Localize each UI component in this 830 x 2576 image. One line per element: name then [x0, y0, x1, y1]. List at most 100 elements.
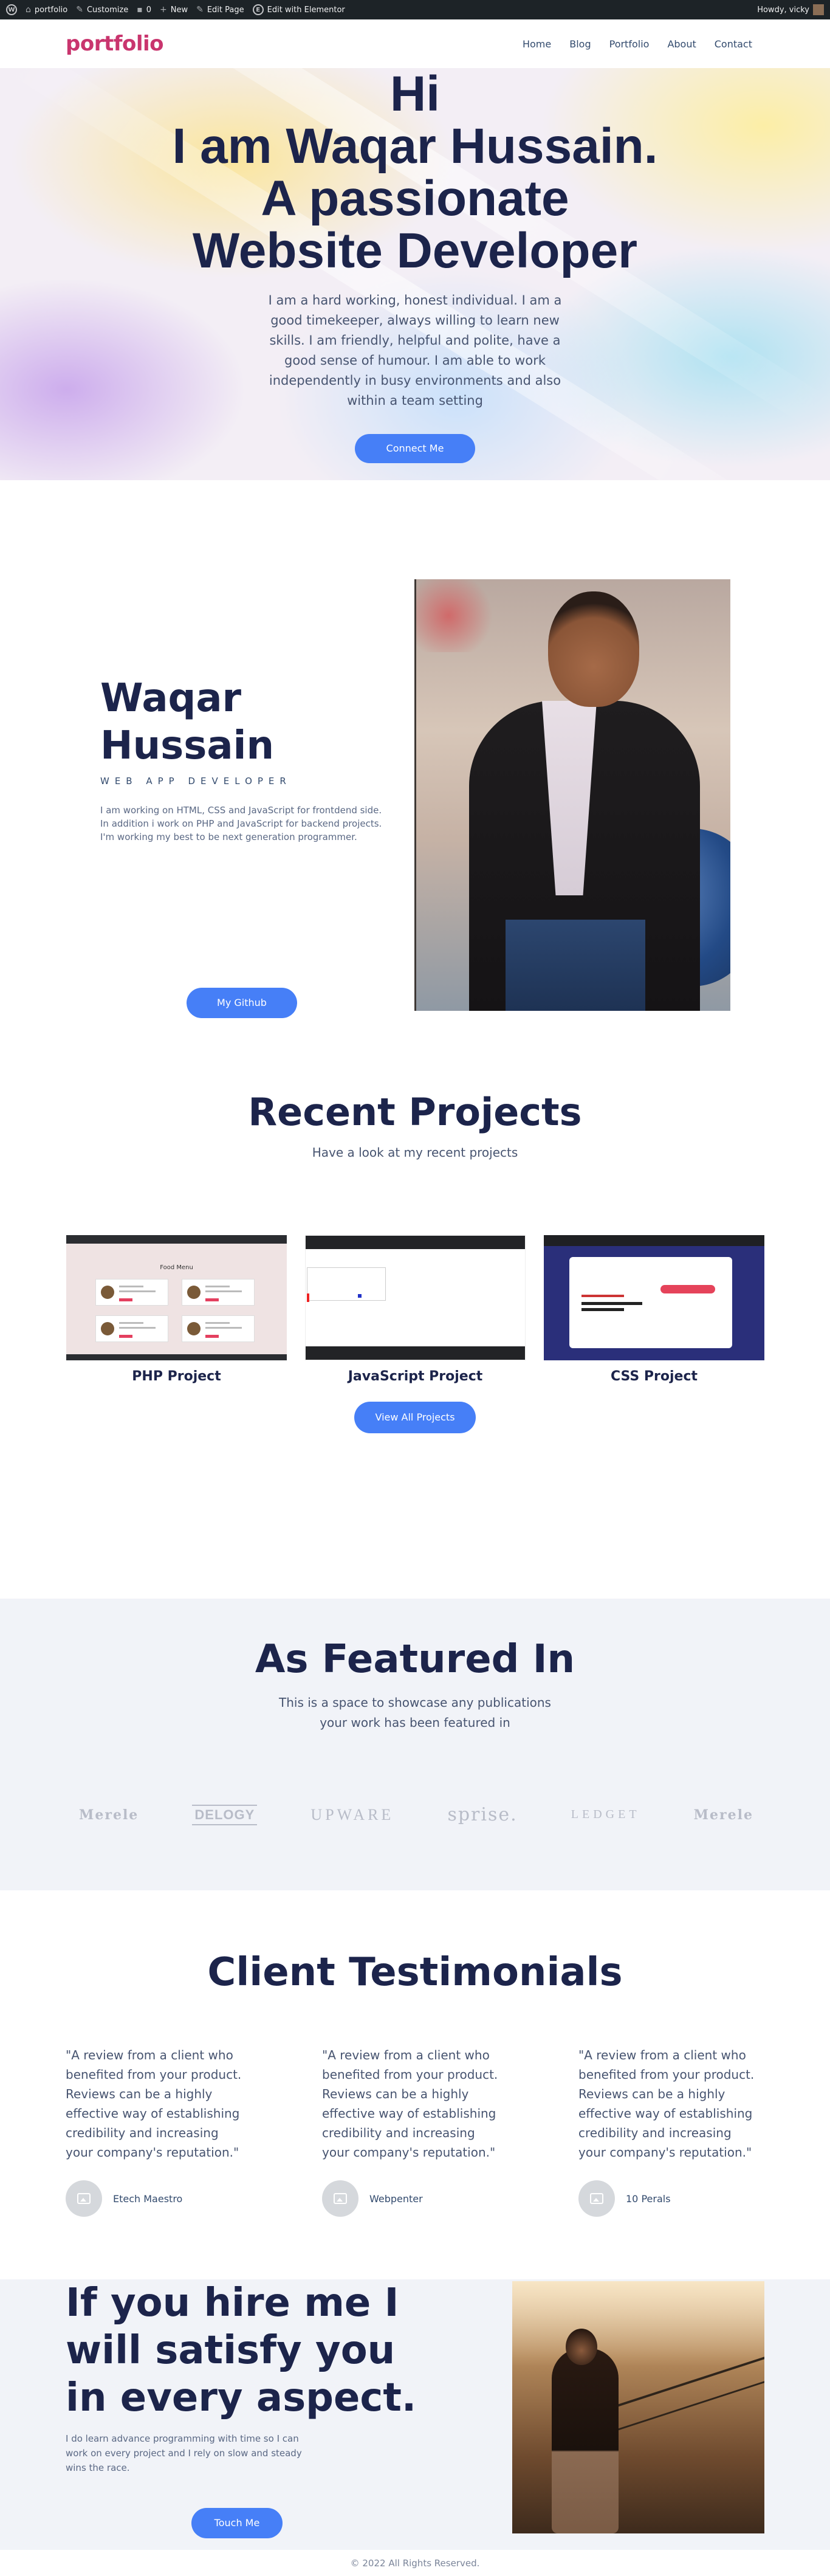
admin-edit-page-link[interactable]: ✎ Edit Page — [196, 5, 244, 15]
image-placeholder-icon — [77, 2193, 91, 2204]
featured-title: As Featured In — [255, 1637, 575, 1682]
photo-detail — [548, 591, 639, 707]
featured-logo: LEDGET — [571, 1808, 640, 1821]
featured-section: As Featured In This is a space to showca… — [0, 1599, 830, 1890]
image-placeholder-icon — [334, 2193, 347, 2204]
project-title-css[interactable]: CSS Project — [544, 1369, 764, 1384]
project-thumbnail-css[interactable] — [544, 1235, 764, 1360]
featured-logo: Merele — [79, 1806, 139, 1823]
testimonial-card: "A review from a client who benefited fr… — [66, 2045, 249, 2217]
admin-new-link[interactable]: + New — [160, 5, 188, 15]
project-card-php: Food Menu PHP Project — [66, 1235, 287, 1384]
site-header: portfolio Home Blog Portfolio About Cont… — [0, 19, 830, 68]
admin-customize-link[interactable]: ✎ Customize — [76, 5, 128, 15]
php-thumb-title: Food Menu — [160, 1264, 193, 1271]
testimonial-author: Etech Maestro — [66, 2180, 249, 2217]
main-nav: Home Blog Portfolio About Contact — [523, 38, 752, 50]
hero-heading: Hi I am Waqar Hussain. A passionate Webs… — [0, 68, 830, 277]
admin-customize-label: Customize — [86, 5, 129, 15]
admin-bar-left: W ⌂ portfolio ✎ Customize ▪ 0 + New ✎ Ed… — [6, 4, 345, 15]
projects-section: Recent Projects Have a look at my recent… — [0, 1064, 830, 1599]
hero-heading-line: I am Waqar Hussain. — [172, 119, 658, 174]
about-text-block: Waqar Hussain WEB APP DEVELOPER I am wor… — [100, 675, 392, 1018]
about-section: Waqar Hussain WEB APP DEVELOPER I am wor… — [0, 480, 830, 1064]
site-footer: © 2022 All Rights Reserved. — [0, 2550, 830, 2576]
thumb-detail — [306, 1236, 525, 1249]
github-button[interactable]: My Github — [187, 988, 297, 1018]
photo-detail — [512, 2281, 764, 2366]
hero-section: Hi I am Waqar Hussain. A passionate Webs… — [0, 68, 830, 480]
admin-comments-count: 0 — [146, 5, 152, 15]
thumb-detail — [307, 1267, 386, 1301]
thumb-detail — [95, 1279, 168, 1306]
project-title-php[interactable]: PHP Project — [66, 1369, 287, 1384]
nav-item-home[interactable]: Home — [523, 38, 551, 50]
thumb-detail — [182, 1279, 255, 1306]
nav-item-blog[interactable]: Blog — [569, 38, 591, 50]
profile-photo — [414, 579, 730, 1011]
nav-item-portfolio[interactable]: Portfolio — [609, 38, 650, 50]
featured-logo: DELOGY — [192, 1804, 258, 1825]
admin-bar-right: Howdy, vicky — [757, 4, 824, 15]
admin-elementor-label: Edit with Elementor — [267, 5, 345, 15]
testimonial-quote: "A review from a client who benefited fr… — [66, 2048, 242, 2160]
testimonial-quote: "A review from a client who benefited fr… — [322, 2048, 498, 2160]
hero-heading-line: Hi — [390, 68, 440, 122]
pencil-icon: ✎ — [196, 5, 204, 15]
admin-comments-link[interactable]: ▪ 0 — [137, 5, 151, 15]
admin-site-link[interactable]: ⌂ portfolio — [26, 5, 67, 15]
testimonial-author-name: Webpenter — [369, 2192, 423, 2205]
featured-logo: UPWARE — [310, 1805, 394, 1824]
plus-icon: + — [160, 5, 167, 15]
image-placeholder-icon — [590, 2193, 603, 2204]
thumb-detail — [66, 1354, 287, 1360]
testimonials-title: Client Testimonials — [207, 1950, 623, 1995]
copyright-text: © 2022 All Rights Reserved. — [350, 2557, 480, 2569]
thumb-detail — [544, 1235, 764, 1246]
home-icon: ⌂ — [26, 5, 31, 15]
admin-site-label: portfolio — [34, 5, 68, 15]
thumb-detail — [307, 1293, 309, 1302]
project-card-javascript: JavaScript Project — [305, 1235, 526, 1384]
thumb-detail — [306, 1346, 525, 1360]
project-title-javascript[interactable]: JavaScript Project — [305, 1369, 526, 1384]
testimonials-section: Client Testimonials "A review from a cli… — [0, 1890, 830, 2279]
admin-new-label: New — [170, 5, 188, 15]
testimonial-author-name: 10 Perals — [626, 2192, 671, 2205]
connect-me-button[interactable]: Connect Me — [355, 434, 475, 463]
testimonial-author-name: Etech Maestro — [113, 2192, 183, 2205]
hire-section: If you hire me I will satisfy you in eve… — [0, 2279, 830, 2550]
project-thumbnail-javascript[interactable] — [305, 1235, 526, 1360]
testimonial-author: 10 Perals — [578, 2180, 762, 2217]
admin-elementor-link[interactable]: E Edit with Elementor — [252, 4, 345, 15]
admin-account-link[interactable]: Howdy, vicky — [757, 4, 824, 15]
thumb-detail — [182, 1315, 255, 1342]
site-logo[interactable]: portfolio — [66, 32, 164, 56]
hero-heading-line: Website Developer — [192, 223, 638, 278]
elementor-icon: E — [252, 4, 264, 15]
photo-detail — [414, 579, 416, 1011]
hire-title: If you hire me I will satisfy you in eve… — [66, 2281, 417, 2420]
project-thumbnail-php[interactable]: Food Menu — [66, 1235, 287, 1360]
comment-icon: ▪ — [137, 5, 143, 15]
testimonials-grid: "A review from a client who benefited fr… — [66, 2045, 762, 2217]
projects-title: Recent Projects — [248, 1090, 582, 1134]
photo-detail — [414, 579, 499, 652]
about-description: I am working on HTML, CSS and JavaScript… — [100, 805, 382, 842]
featured-text: This is a space to showcase any publicat… — [279, 1695, 551, 1730]
project-card-css: CSS Project — [544, 1235, 764, 1384]
hero-heading-line: A passionate — [261, 171, 569, 226]
view-all-projects-button[interactable]: View All Projects — [354, 1402, 476, 1433]
nav-item-contact[interactable]: Contact — [715, 38, 752, 50]
wordpress-icon[interactable]: W — [6, 4, 17, 15]
photo-detail — [566, 2329, 597, 2365]
nav-item-about[interactable]: About — [667, 38, 696, 50]
touch-me-button[interactable]: Touch Me — [191, 2508, 283, 2538]
brush-icon: ✎ — [76, 5, 83, 15]
featured-logo: Merele — [693, 1806, 753, 1823]
photo-detail — [506, 920, 645, 1011]
hire-photo — [512, 2281, 764, 2533]
admin-edit-page-label: Edit Page — [207, 5, 244, 15]
about-name: Waqar Hussain — [100, 676, 274, 768]
testimonial-card: "A review from a client who benefited fr… — [578, 2045, 762, 2217]
